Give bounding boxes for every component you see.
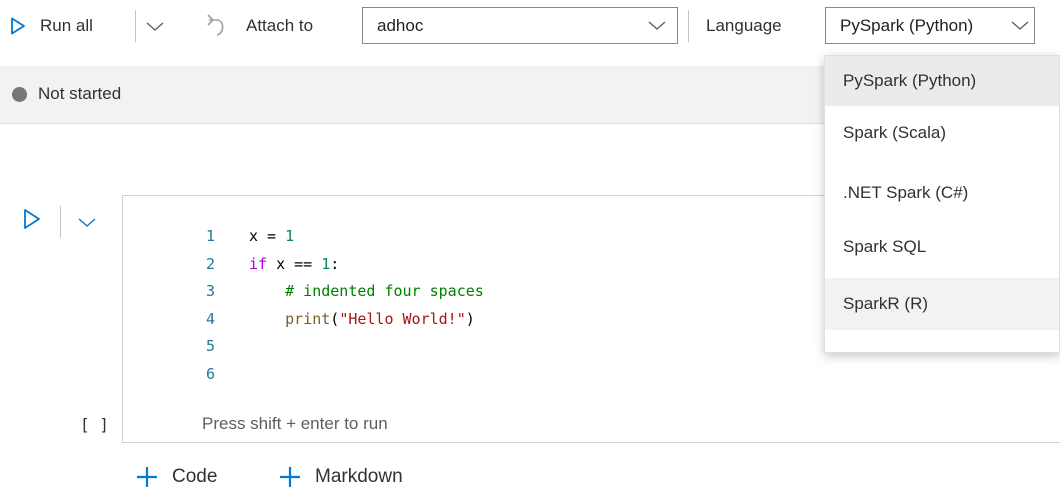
run-cell-button[interactable] [22, 208, 42, 230]
code-token: x = [249, 227, 286, 245]
option-label: Spark (Scala) [843, 123, 946, 142]
code-text: # indented four spaces [249, 278, 484, 306]
run-all-label: Run all [40, 16, 93, 35]
code-line[interactable]: 1x = 1 [191, 223, 791, 251]
language-option-pyspark[interactable]: PySpark (Python) [825, 56, 1059, 106]
add-code-cell-button[interactable]: Code [136, 466, 217, 488]
toolbar-divider [688, 10, 689, 42]
code-token: ( [330, 309, 340, 328]
code-line[interactable]: 5 [191, 333, 791, 361]
language-option-sql[interactable]: Spark SQL [825, 222, 1059, 272]
cell-options-chevron-icon[interactable] [76, 214, 98, 232]
language-option-scala[interactable]: Spark (Scala) [825, 108, 1059, 158]
language-label: Language [706, 16, 782, 35]
add-markdown-cell-button[interactable]: Markdown [279, 466, 403, 488]
attach-to-label: Attach to [246, 16, 314, 35]
run-options-chevron-icon[interactable] [144, 16, 166, 36]
status-dot-icon [12, 87, 27, 102]
run-all-button[interactable]: Run all [10, 11, 93, 41]
code-token: : [330, 254, 340, 273]
code-token: x == [267, 254, 322, 273]
line-number: 1 [205, 227, 215, 245]
code-editor[interactable]: 1x = 1 2 if x == 1: 3 # indented four space… [191, 223, 791, 388]
add-code-label: Code [172, 466, 218, 487]
option-label: Spark SQL [843, 237, 927, 256]
run-hint-text: Press shift + enter to run [202, 414, 388, 433]
chevron-down-icon [647, 16, 667, 39]
code-token: # indented four spaces [285, 282, 484, 300]
session-status-text: Not started [38, 84, 122, 103]
execution-count: [ ] [80, 415, 109, 434]
code-line[interactable]: 3 # indented four spaces [191, 278, 791, 306]
add-markdown-label: Markdown [315, 466, 403, 487]
attach-to-select[interactable]: adhoc [362, 7, 678, 44]
line-number: 5 [205, 337, 215, 355]
code-text: if x == 1: [249, 251, 339, 279]
language-option-sparkr[interactable]: SparkR (R) [825, 278, 1059, 330]
language-option-dotnet[interactable]: .NET Spark (C#) [825, 168, 1059, 218]
line-number: 4 [205, 309, 215, 328]
line-number: 2 [205, 254, 215, 273]
toolbar-divider [135, 10, 136, 42]
code-token: print [285, 309, 331, 328]
code-line[interactable]: 4 print("Hello World!") [191, 306, 791, 334]
line-number: 6 [205, 364, 215, 383]
notebook-toolbar: Run all Attach to adhoc Language PySpark… [0, 0, 1060, 52]
code-token: ) [465, 309, 475, 328]
code-token: "Hello World!" [339, 309, 466, 328]
undo-icon[interactable] [200, 11, 232, 39]
code-token: 1 [285, 227, 295, 245]
play-icon [10, 17, 26, 35]
attach-to-value: adhoc [377, 15, 424, 35]
code-text: print("Hello World!") [249, 306, 475, 334]
code-line[interactable]: 6 [191, 361, 791, 389]
plus-icon [136, 466, 158, 488]
option-label: .NET Spark (C#) [843, 183, 969, 202]
code-token: 1 [321, 254, 331, 273]
code-token: if [249, 254, 268, 273]
line-number: 3 [205, 282, 215, 300]
code-line[interactable]: 2 if x == 1: [191, 251, 791, 279]
language-value: PySpark (Python) [840, 15, 974, 35]
option-label: SparkR (R) [843, 294, 929, 313]
language-select[interactable]: PySpark (Python) [825, 7, 1035, 44]
cell-gutter-divider [60, 206, 61, 238]
code-text: x = 1 [249, 223, 294, 251]
language-dropdown-menu: PySpark (Python) Spark (Scala) .NET Spar… [824, 55, 1060, 353]
option-label: PySpark (Python) [843, 71, 977, 90]
chevron-down-icon [1010, 16, 1030, 39]
plus-icon [279, 466, 301, 488]
